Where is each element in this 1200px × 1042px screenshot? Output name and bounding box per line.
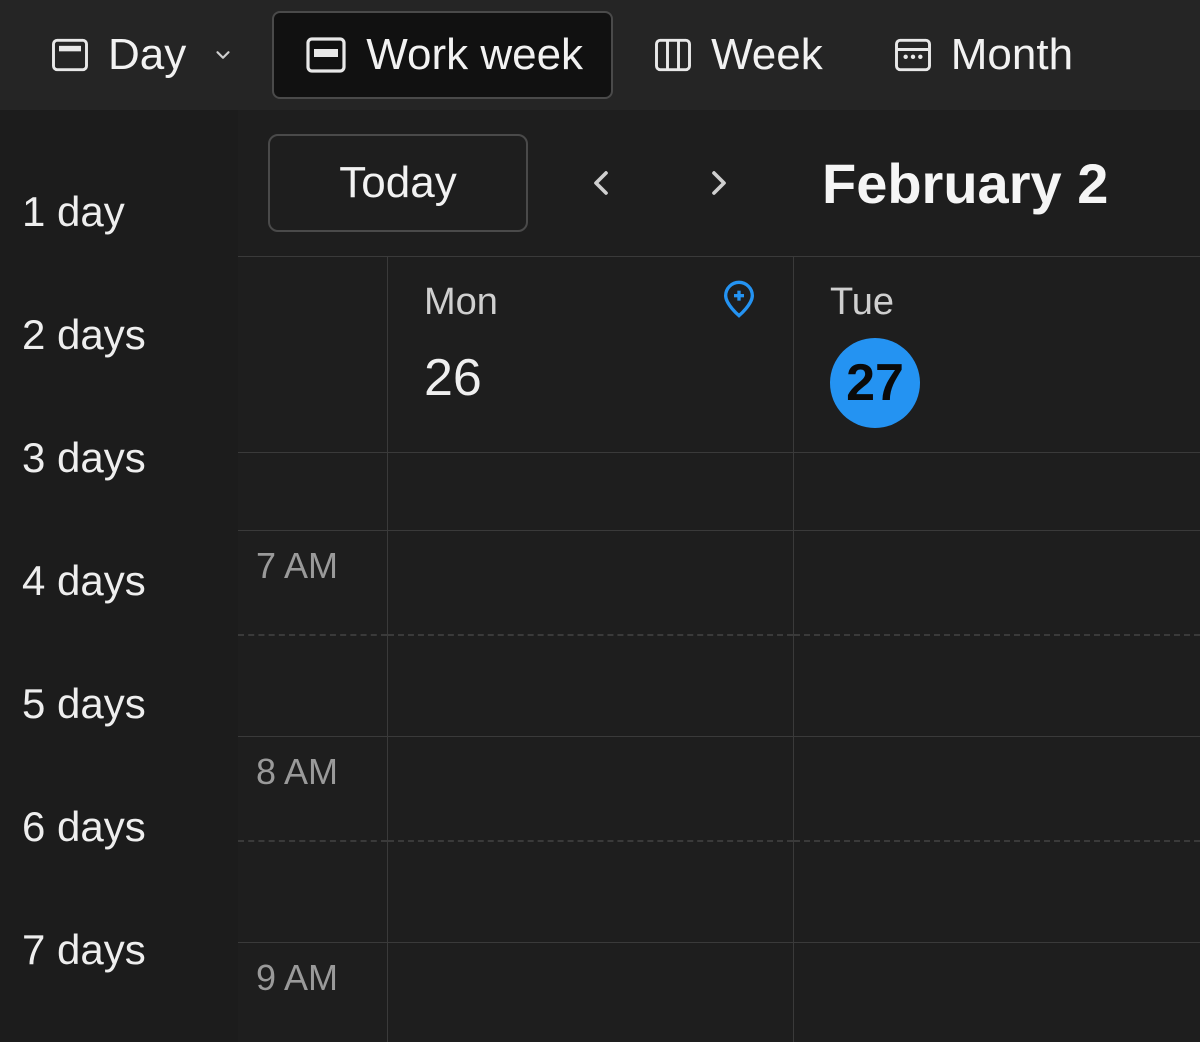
date-range-heading: February 2 [822,151,1108,216]
next-button[interactable] [674,138,764,228]
day-count-option[interactable]: 7 days [0,888,238,1011]
day-count-option-label: 7 days [22,926,146,974]
chevron-right-icon [699,163,739,203]
spacer [238,453,387,531]
time-cell[interactable] [794,737,1200,943]
day-number-today: 27 [830,338,920,428]
day-count-dropdown: 1 day 2 days 3 days 4 days 5 days 6 days… [0,110,238,1042]
day-count-option-label: 5 days [22,680,146,728]
time-cell[interactable] [388,531,793,737]
day-number: 26 [424,348,763,408]
day-header[interactable]: Mon 26 [388,257,793,453]
day-of-week-label: Tue [830,281,1170,324]
spacer [238,257,387,453]
day-count-option-label: 3 days [22,434,146,482]
view-toolbar: Day Work week Week [0,0,1200,110]
time-row: 8 AM [238,737,387,943]
today-button-label: Today [339,158,456,208]
time-cell[interactable] [388,943,793,1042]
view-week-button[interactable]: Week [621,11,853,99]
month-view-icon [891,33,935,77]
time-label: 9 AM [238,943,387,999]
day-of-week-label: Mon [424,281,763,324]
day-count-option[interactable]: 4 days [0,519,238,642]
day-count-option[interactable]: 2 days [0,273,238,396]
view-month-label: Month [951,30,1073,80]
time-row: 9 AM [238,943,387,1042]
day-view-icon [48,33,92,77]
day-count-option-label: 1 day [22,188,125,236]
allday-cell[interactable] [794,453,1200,531]
view-workweek-label: Work week [366,30,583,80]
time-cell[interactable] [794,943,1200,1042]
week-view-icon [651,33,695,77]
calendar-grid: 7 AM 8 AM 9 AM Mon 26 [238,256,1200,1042]
view-day-label: Day [108,30,186,80]
day-count-option-label: 6 days [22,803,146,851]
day-count-option[interactable]: 6 days [0,765,238,888]
workweek-view-icon [302,31,350,79]
time-cell[interactable] [794,531,1200,737]
prev-button[interactable] [556,138,646,228]
day-count-option-label: 4 days [22,557,146,605]
today-button[interactable]: Today [268,134,528,232]
day-count-option-label: 2 days [22,311,146,359]
calendar-region: Today February 2 7 AM 8 AM 9 AM [238,110,1200,1042]
day-count-option[interactable]: 3 days [0,396,238,519]
time-cell[interactable] [388,737,793,943]
time-gutter: 7 AM 8 AM 9 AM [238,257,388,1042]
day-count-option[interactable]: 5 days [0,642,238,765]
time-label: 7 AM [238,531,387,587]
chevron-left-icon [581,163,621,203]
view-day-button[interactable]: Day [18,11,264,99]
day-header[interactable]: Tue 27 [794,257,1200,453]
view-workweek-button[interactable]: Work week [272,11,613,99]
view-month-button[interactable]: Month [861,11,1103,99]
time-row: 7 AM [238,531,387,737]
calendar-nav: Today February 2 [238,110,1200,256]
time-label: 8 AM [238,737,387,793]
day-count-option[interactable]: 1 day [0,150,238,273]
day-column-mon: Mon 26 [388,257,794,1042]
chevron-down-icon [202,44,234,66]
day-column-tue: Tue 27 [794,257,1200,1042]
add-event-icon[interactable] [719,279,759,319]
view-week-label: Week [711,30,823,80]
allday-cell[interactable] [388,453,793,531]
